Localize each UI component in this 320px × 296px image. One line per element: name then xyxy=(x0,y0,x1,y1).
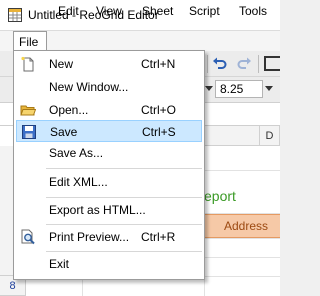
menu-item-exit[interactable]: Exit xyxy=(16,253,202,275)
menu-sheet[interactable]: Sheet xyxy=(138,2,177,20)
menu-item-new-window[interactable]: New Window... xyxy=(16,76,202,98)
file-menu-dropdown: New Ctrl+N New Window... Open... Ctrl+O … xyxy=(13,50,205,280)
redo-icon[interactable] xyxy=(236,55,252,71)
toolbar-separator xyxy=(258,55,259,73)
menu-file[interactable]: File xyxy=(13,31,47,51)
undo-icon[interactable] xyxy=(212,55,228,71)
save-disk-icon xyxy=(22,125,36,139)
menu-item-label: Exit xyxy=(49,257,70,271)
cell-report-title[interactable]: eport xyxy=(204,188,236,204)
menu-separator xyxy=(46,251,202,252)
chevron-down-icon[interactable] xyxy=(205,86,213,91)
menu-item-label: Open... xyxy=(49,103,89,117)
menu-item-label: New xyxy=(49,57,74,71)
menu-view[interactable]: View xyxy=(92,2,126,20)
open-folder-icon xyxy=(20,105,36,116)
menu-separator xyxy=(46,224,202,225)
app-icon xyxy=(8,8,22,22)
menu-item-open[interactable]: Open... Ctrl+O xyxy=(16,99,202,121)
menu-item-shortcut: Ctrl+N xyxy=(141,57,176,71)
menu-item-export-html[interactable]: Export as HTML... xyxy=(16,199,202,221)
toolbar-separator xyxy=(207,55,208,73)
menu-tools[interactable]: Tools xyxy=(235,2,271,20)
cell-address-label: Address xyxy=(224,219,269,233)
border-tool-icon[interactable] xyxy=(264,56,280,71)
menu-separator xyxy=(46,168,202,169)
menu-item-shortcut: Ctrl+S xyxy=(142,125,176,139)
menu-item-label: Print Preview... xyxy=(49,230,130,244)
menu-item-shortcut: Ctrl+O xyxy=(141,103,177,117)
menu-item-label: New Window... xyxy=(49,80,129,94)
print-preview-icon xyxy=(21,229,35,245)
menu-edit[interactable]: Edit xyxy=(54,2,83,20)
font-size-select[interactable]: 8.25 xyxy=(215,80,263,98)
menu-item-label: Save xyxy=(50,125,78,139)
menu-item-save-as[interactable]: Save As... xyxy=(16,142,202,164)
new-file-icon xyxy=(21,56,34,72)
menu-item-new[interactable]: New Ctrl+N xyxy=(16,53,202,75)
menu-item-shortcut: Ctrl+R xyxy=(141,230,176,244)
menu-separator xyxy=(46,197,202,198)
menu-item-save[interactable]: Save Ctrl+S xyxy=(16,120,202,142)
menu-item-edit-xml[interactable]: Edit XML... xyxy=(16,171,202,193)
chevron-down-icon[interactable] xyxy=(265,86,273,91)
menu-item-label: Export as HTML... xyxy=(49,203,146,217)
menu-item-label: Edit XML... xyxy=(49,175,108,189)
menu-item-print-preview[interactable]: Print Preview... Ctrl+R xyxy=(16,226,202,248)
column-header-d[interactable]: D xyxy=(260,126,280,146)
menu-script[interactable]: Script xyxy=(185,2,224,20)
menu-item-label: Save As... xyxy=(49,146,104,160)
